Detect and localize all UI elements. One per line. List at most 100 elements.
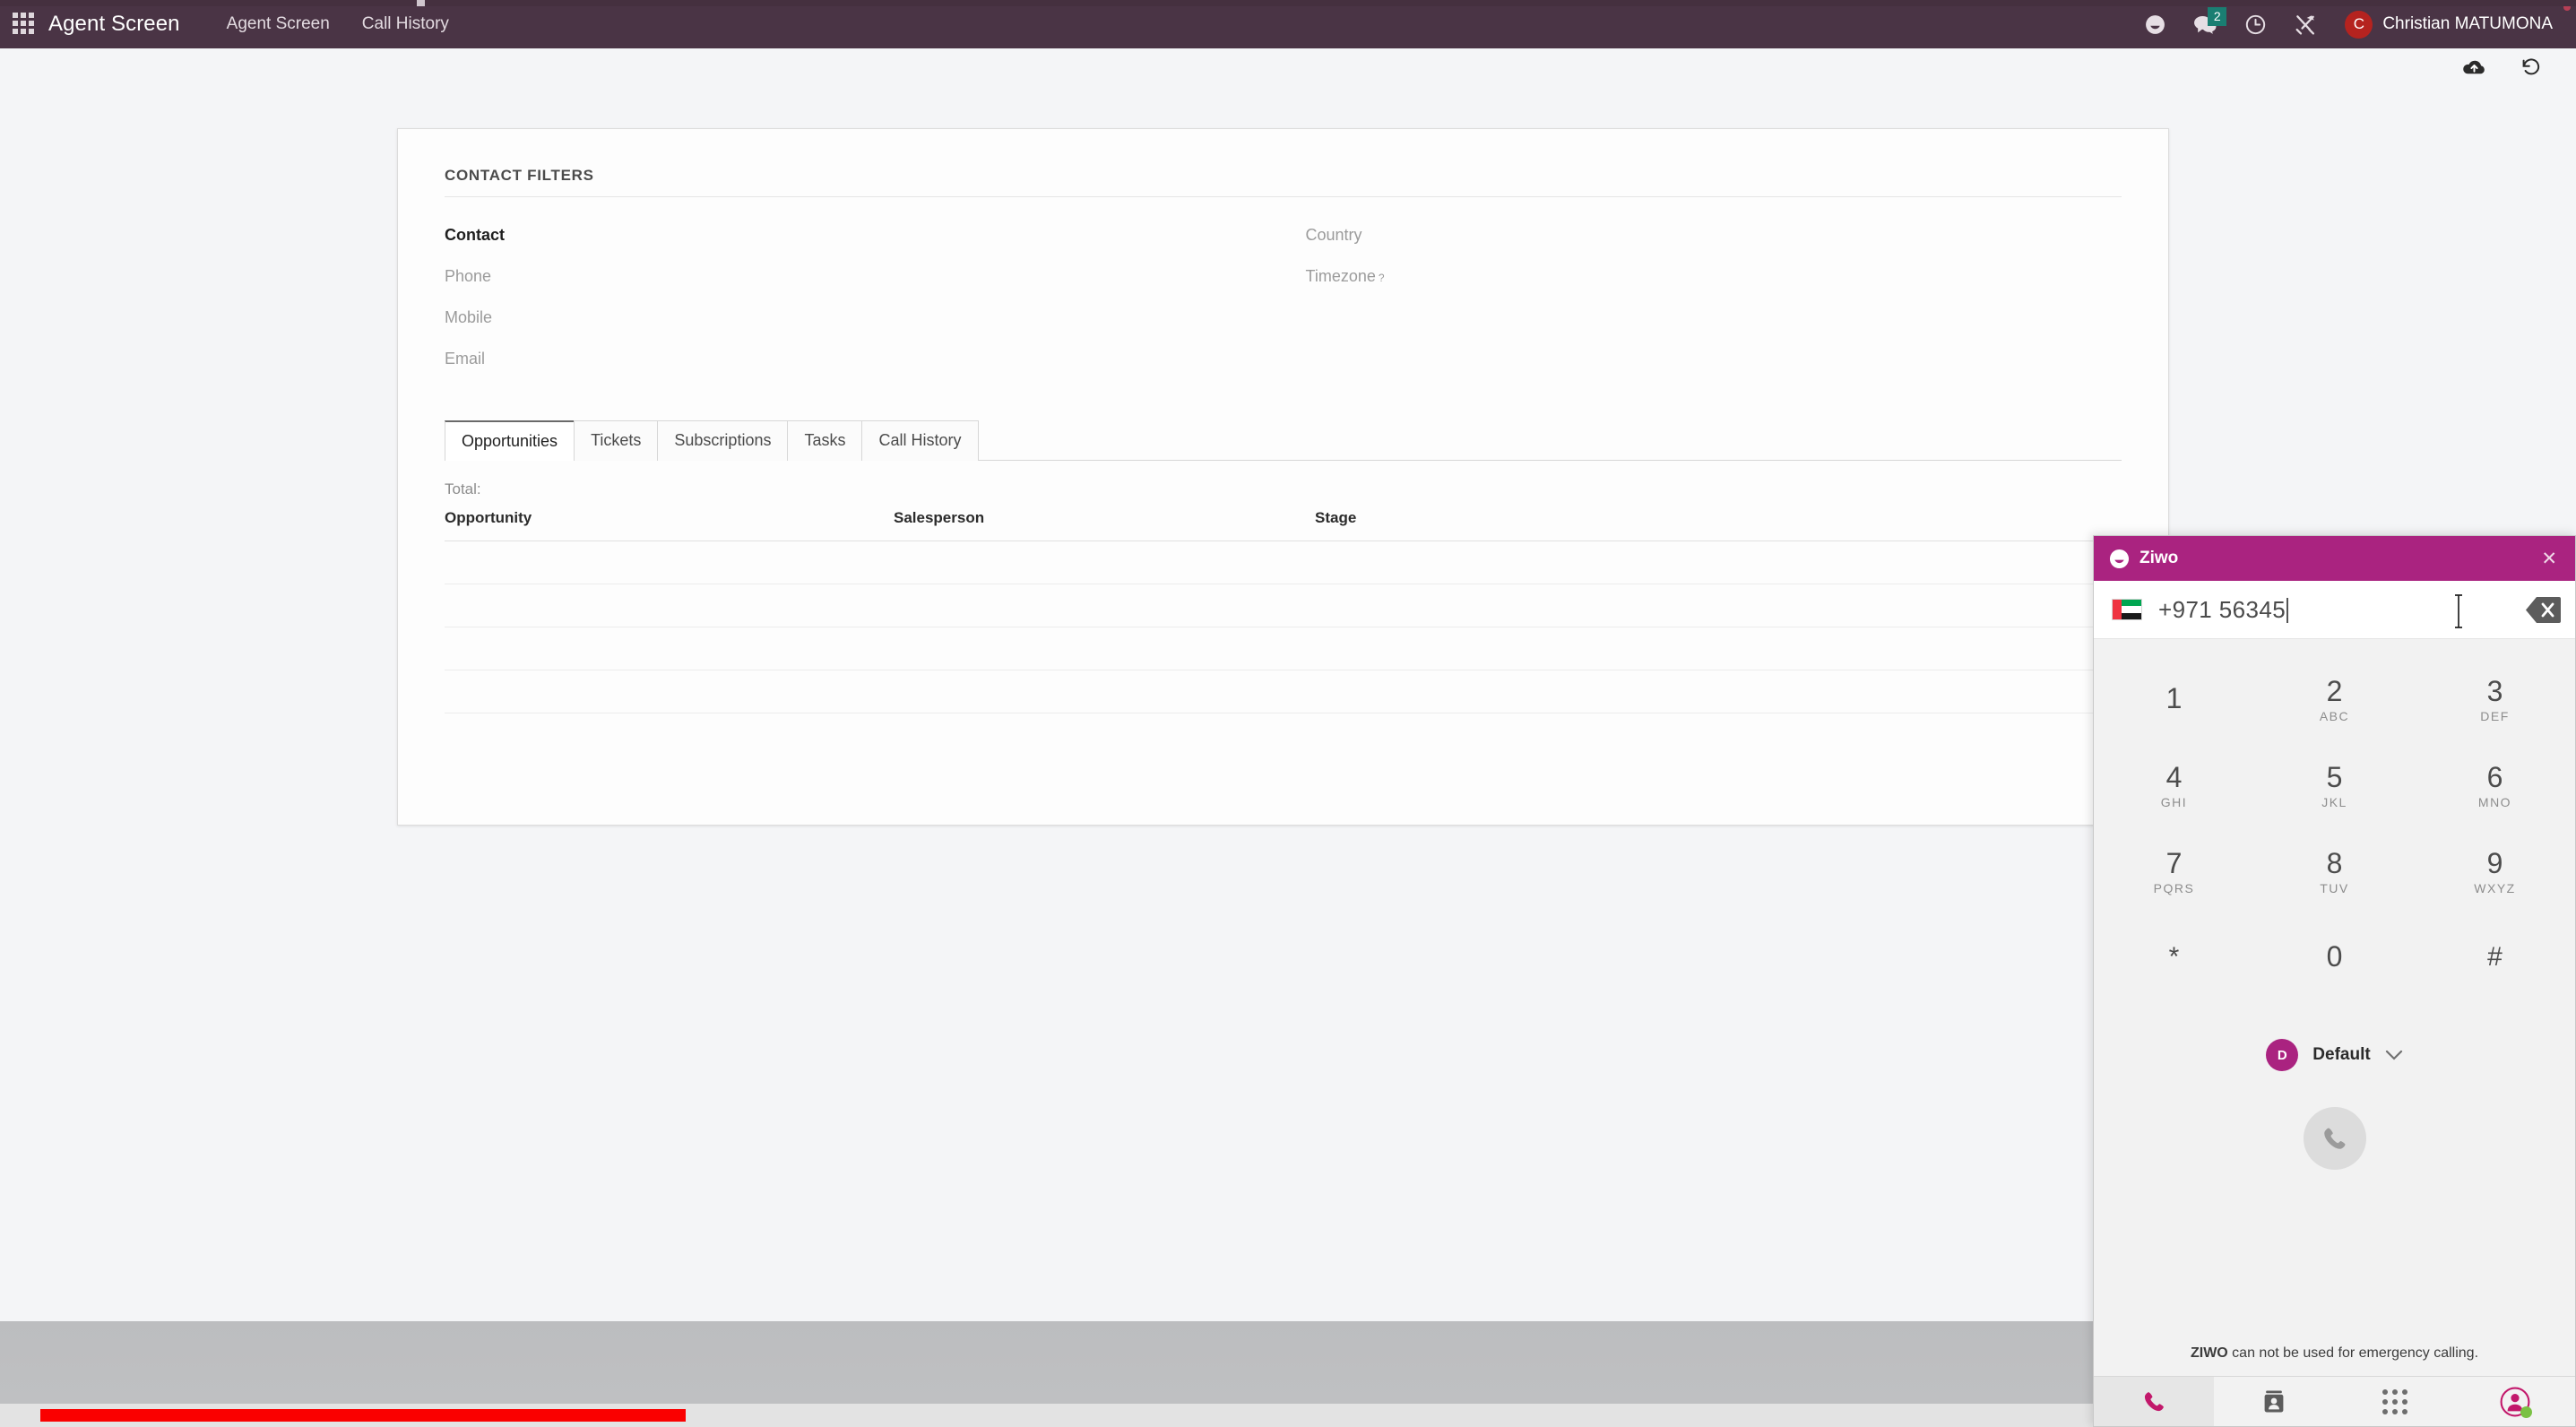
dialer-tab[interactable]	[2094, 1377, 2215, 1426]
smiley-icon[interactable]	[2130, 0, 2180, 48]
agent-avatar-icon	[2500, 1387, 2532, 1418]
key-letters: WXYZ	[2474, 881, 2516, 896]
table-cell	[894, 584, 1315, 627]
field-value-email[interactable]	[501, 342, 1247, 364]
key-digit: #	[2487, 941, 2503, 972]
opportunities-table: Opportunity Salesperson Stage	[445, 509, 2122, 714]
column-header-stage[interactable]: Stage	[1315, 509, 2122, 541]
user-menu[interactable]: C Christian MATUMONA	[2345, 10, 2556, 39]
nav-item-call-history[interactable]: Call History	[346, 14, 465, 34]
field-value-phone[interactable]	[507, 260, 1247, 281]
form-columns: Contact Phone Mobile Email Country Timez…	[445, 219, 2122, 384]
tab-tasks[interactable]: Tasks	[787, 420, 863, 461]
field-mobile: Mobile	[445, 301, 1248, 342]
column-header-opportunity[interactable]: Opportunity	[445, 509, 894, 541]
tab-subscriptions[interactable]: Subscriptions	[657, 420, 789, 461]
key-5[interactable]: 5 JKL	[2254, 743, 2415, 829]
key-letters: JKL	[2321, 795, 2347, 810]
browser-chrome-sliver	[0, 0, 2576, 6]
ziwo-dialer-panel: Ziwo ✕ +971 56345 1 2 ABC 3 DEF 4 GHI 5 JKL …	[2093, 535, 2576, 1427]
table-row[interactable]	[445, 584, 2122, 627]
phone-number-input[interactable]: +971 56345	[2158, 596, 2289, 624]
form-column-right: Country Timezone ?	[1284, 219, 2122, 384]
user-name-label: Christian MATUMONA	[2382, 14, 2553, 33]
chevron-down-icon[interactable]	[2385, 1050, 2403, 1061]
call-button[interactable]	[2303, 1107, 2366, 1170]
table-header-row: Opportunity Salesperson Stage	[445, 509, 2122, 541]
app-brand-title[interactable]: Agent Screen	[48, 12, 180, 37]
table-cell	[1315, 670, 2122, 714]
key-hash[interactable]: #	[2415, 915, 2575, 1001]
table-cell	[1315, 627, 2122, 670]
field-label-timezone: Timezone	[1305, 267, 1376, 285]
key-7[interactable]: 7 PQRS	[2094, 829, 2254, 915]
help-tooltip-icon[interactable]: ?	[1379, 272, 1385, 284]
call-action-area: ZIWO can not be used for emergency calli…	[2094, 1071, 2575, 1376]
discard-button[interactable]	[2520, 56, 2542, 78]
table-cell	[894, 541, 1315, 584]
column-header-salesperson[interactable]: Salesperson	[894, 509, 1315, 541]
field-phone: Phone	[445, 260, 1248, 301]
key-letters: PQRS	[2153, 881, 2195, 896]
save-button[interactable]	[2462, 57, 2486, 77]
key-digit: 7	[2165, 846, 2183, 879]
key-9[interactable]: 9 WXYZ	[2415, 829, 2575, 915]
field-value-mobile[interactable]	[508, 301, 1247, 323]
tab-call-history[interactable]: Call History	[861, 420, 979, 461]
activities-clock-icon[interactable]	[2230, 0, 2280, 48]
key-1[interactable]: 1	[2094, 657, 2254, 743]
key-digit: 0	[2326, 939, 2343, 973]
field-value-country[interactable]	[1379, 219, 2086, 240]
caller-identity-label: Default	[2312, 1045, 2371, 1064]
field-contact: Contact	[445, 219, 1248, 260]
table-cell	[445, 670, 894, 714]
key-digit: 1	[2165, 681, 2183, 714]
field-label-country: Country	[1305, 226, 1362, 244]
key-digit: 2	[2326, 674, 2343, 707]
phone-input-row[interactable]: +971 56345	[2094, 581, 2575, 639]
agent-status-tab[interactable]	[2455, 1377, 2575, 1426]
key-digit: 9	[2486, 846, 2503, 879]
table-row[interactable]	[445, 670, 2122, 714]
keypad-tab[interactable]	[2335, 1377, 2455, 1426]
contacts-book-icon	[2264, 1390, 2284, 1413]
key-star[interactable]: *	[2094, 915, 2254, 1001]
field-label-phone: Phone	[445, 267, 492, 285]
table-cell	[445, 541, 894, 584]
key-6[interactable]: 6 MNO	[2415, 743, 2575, 829]
key-8[interactable]: 8 TUV	[2254, 829, 2415, 915]
tab-opportunities[interactable]: Opportunities	[445, 420, 575, 461]
status-dot-icon	[2520, 1405, 2532, 1418]
top-navbar: Agent Screen Agent Screen Call History 2	[0, 0, 2576, 48]
debug-tools-icon[interactable]	[2280, 0, 2330, 48]
tab-tickets[interactable]: Tickets	[574, 420, 659, 461]
ziwo-panel-header[interactable]: Ziwo ✕	[2094, 536, 2575, 581]
field-label-email: Email	[445, 350, 486, 368]
form-sheet-inner: CONTACT FILTERS Contact Phone Mobile Ema…	[398, 129, 2168, 384]
key-4[interactable]: 4 GHI	[2094, 743, 2254, 829]
ziwo-footer-nav	[2094, 1376, 2575, 1426]
table-row[interactable]	[445, 627, 2122, 670]
text-caret	[2286, 597, 2289, 623]
close-icon[interactable]: ✕	[2536, 546, 2563, 572]
key-0[interactable]: 0	[2254, 915, 2415, 1001]
table-row[interactable]	[445, 541, 2122, 584]
text-cursor-icon	[2455, 594, 2462, 628]
key-letters: MNO	[2477, 795, 2512, 810]
backspace-icon[interactable]	[2525, 595, 2561, 625]
apps-grid-icon[interactable]	[13, 13, 36, 36]
download-strip	[0, 1404, 2356, 1427]
nav-item-agent-screen[interactable]: Agent Screen	[211, 14, 346, 34]
group-title-contact-filters: CONTACT FILTERS	[445, 167, 2122, 197]
caller-identity-selector[interactable]: D Default	[2094, 1039, 2575, 1071]
key-letters: GHI	[2160, 795, 2188, 810]
key-2[interactable]: 2 ABC	[2254, 657, 2415, 743]
field-label-mobile: Mobile	[445, 308, 493, 326]
key-3[interactable]: 3 DEF	[2415, 657, 2575, 743]
field-value-timezone[interactable]	[1401, 260, 2086, 281]
avatar: C	[2345, 10, 2373, 39]
field-value-contact[interactable]	[521, 219, 1248, 240]
form-control-bar	[0, 48, 2576, 86]
contacts-tab[interactable]	[2214, 1377, 2334, 1426]
messages-icon[interactable]: 2	[2180, 0, 2230, 48]
